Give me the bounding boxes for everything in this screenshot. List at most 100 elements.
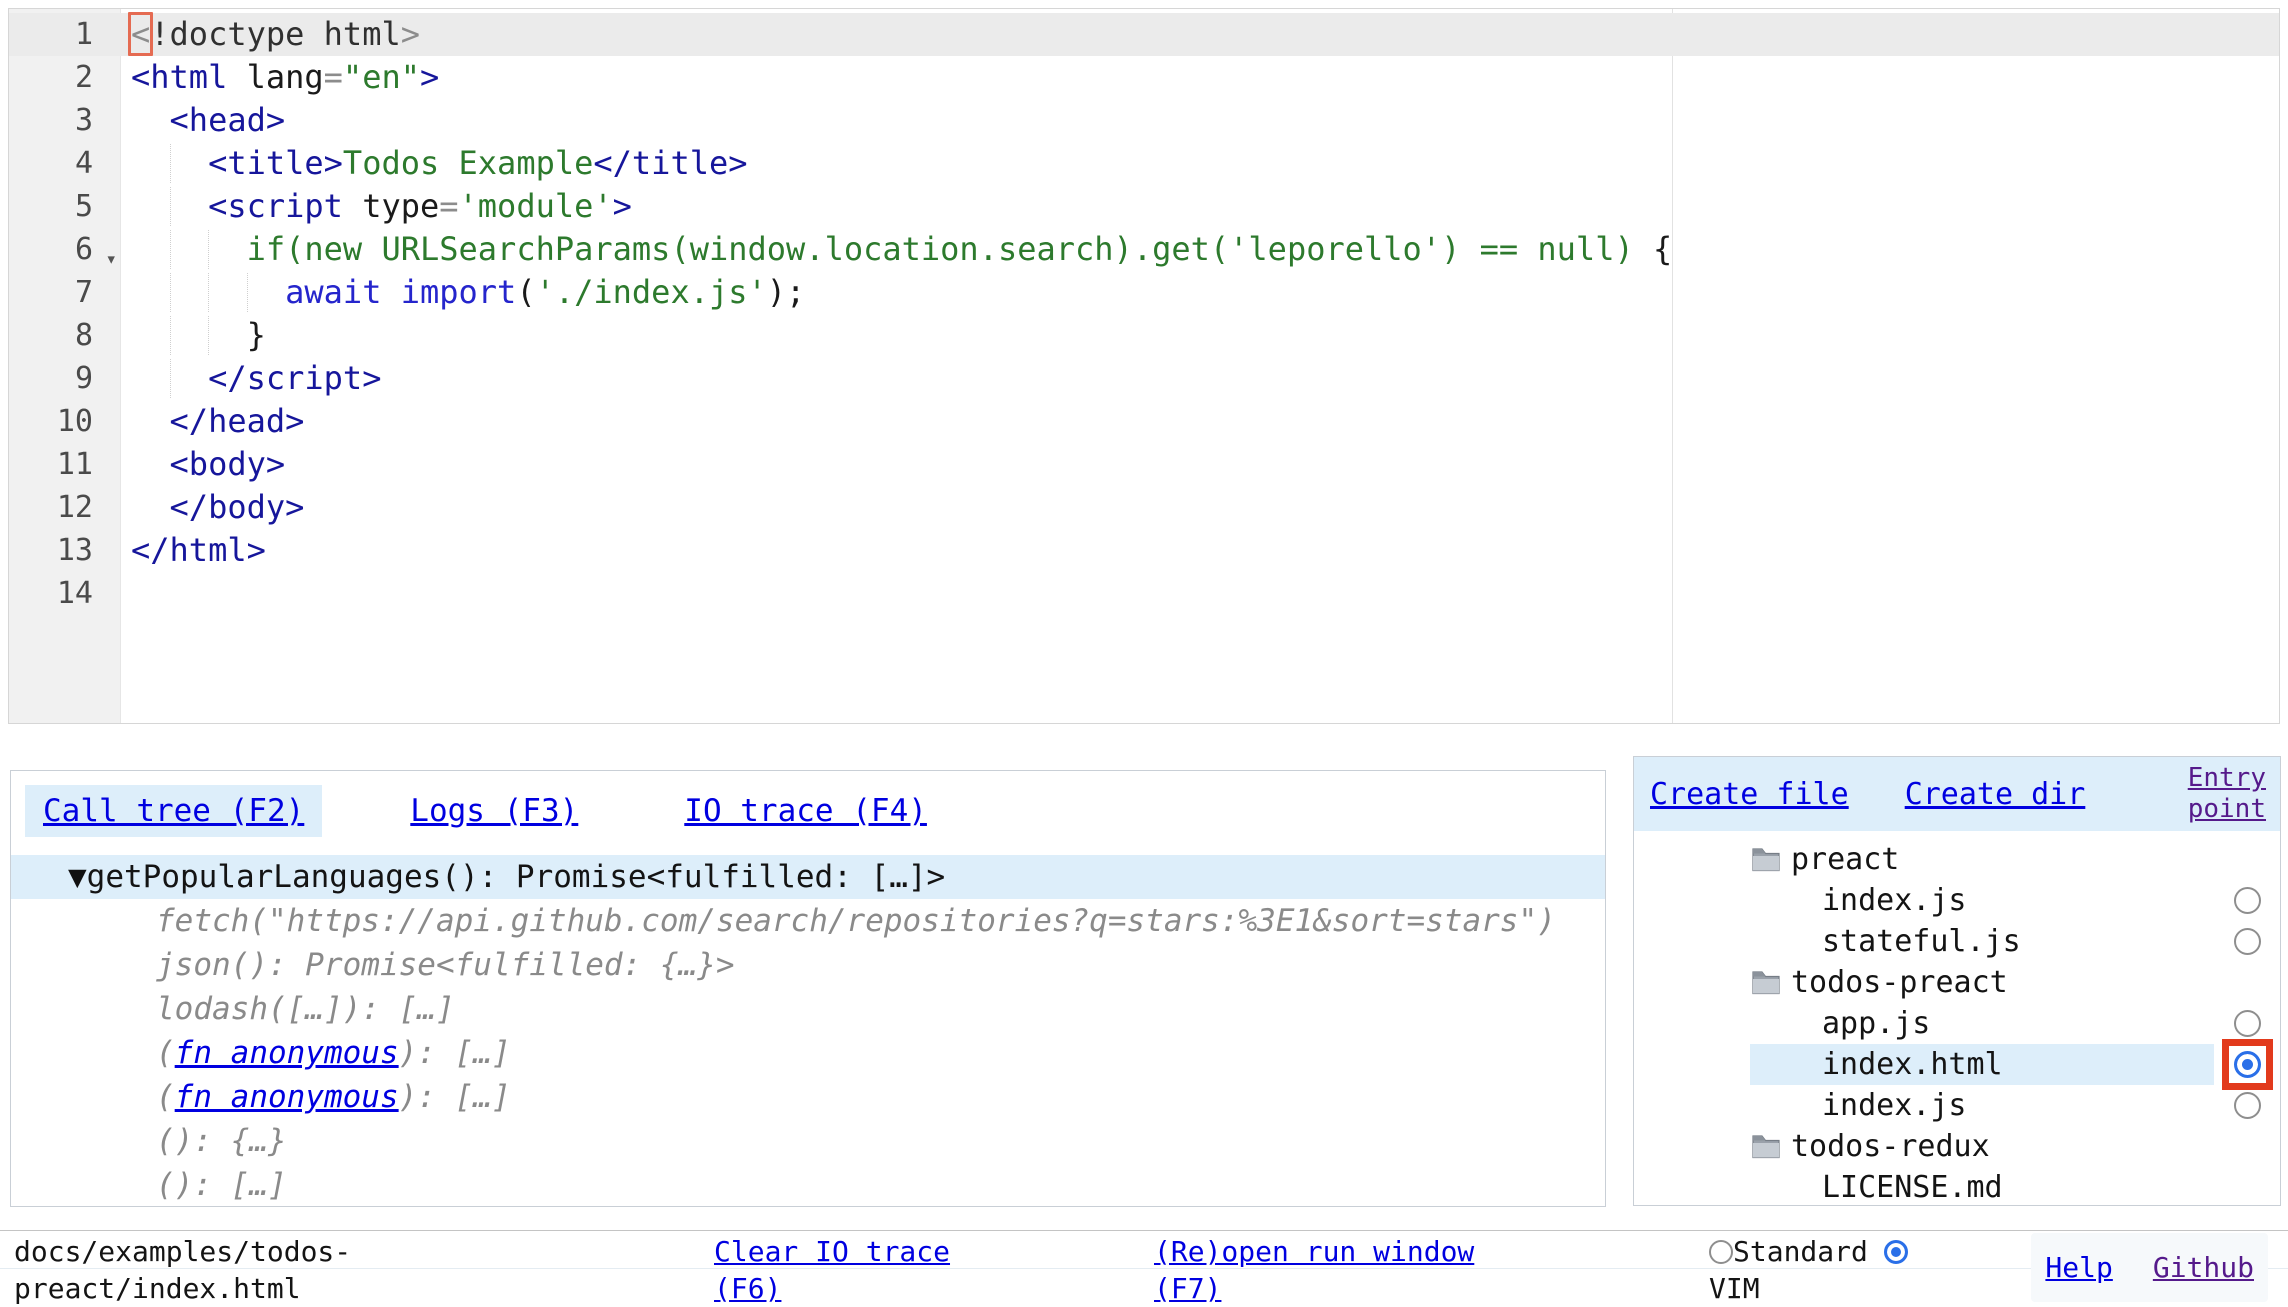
entry-point-selected-box [2222,1039,2273,1090]
tree-file-row[interactable]: app.js [1634,1003,2280,1044]
entry-point-radio[interactable] [2234,1010,2261,1037]
call-tree-row[interactable]: json(): Promise<fulfilled: {…}> [11,943,1605,987]
code-line[interactable]: 4 <title>Todos Example</title> [9,142,2279,185]
code-line[interactable]: 12 </body> [9,486,2279,529]
code-line[interactable]: 5 <script type='module'> [9,185,2279,228]
file-name[interactable]: preact [1791,842,1899,877]
call-label: fetch("https://api.github.com/search/rep… [156,903,1556,939]
gutter-cell: 13 [9,529,121,572]
anonymous-fn-link[interactable]: fn anonymous [175,1079,399,1115]
create-dir-button[interactable]: Create dir [1905,777,2086,812]
create-file-button[interactable]: Create file [1650,777,1849,812]
keybindings-switch: Standard VIM [1709,1233,1999,1302]
call-label: lodash([…]): […] [156,991,455,1027]
code-line[interactable]: 14 [9,572,2279,615]
anonymous-fn-link[interactable]: fn anonymous [175,1035,399,1071]
entry-point-radio[interactable] [2234,1051,2261,1078]
tree-file-row[interactable]: index.html [1634,1044,2280,1085]
call-tree-row[interactable]: fetch("https://api.github.com/search/rep… [11,899,1605,943]
code-line[interactable]: 1 <!doctype html> [9,13,2279,56]
clear-io-trace-button[interactable]: Clear IO trace (F6) [714,1233,964,1302]
file-name[interactable]: index.js [1822,883,1967,918]
reopen-run-window-button[interactable]: (Re)open run window (F7) [1154,1233,1484,1302]
code-line[interactable]: 7 await import('./index.js'); [9,271,2279,314]
indent-guide [247,273,248,312]
fold-toggle-icon[interactable]: ▾ [106,250,117,269]
entry-point-header-link[interactable]: Entry point [2138,763,2266,825]
folder-icon [1750,846,1781,873]
call-tree-row[interactable]: (): {…} [11,1119,1605,1163]
tab-io-trace[interactable]: IO trace (F4) [666,785,945,837]
code-text: if(new URLSearchParams(window.location.s… [121,228,2279,271]
tree-file-row[interactable]: index.js [1634,1085,2280,1126]
vim-mode-radio[interactable] [1884,1240,1908,1264]
tab-logs[interactable]: Logs (F3) [392,785,596,837]
file-name[interactable]: LICENSE.md [1822,1170,2003,1205]
call-label: json(): Promise<fulfilled: {…}> [156,947,735,983]
file-name[interactable]: stateful.js [1822,924,2021,959]
entry-point-radio[interactable] [2234,1092,2261,1119]
collapse-icon[interactable]: ▼ [68,859,87,895]
code-line[interactable]: 9 </script> [9,357,2279,400]
code-lines: 1 <!doctype html> 2 <html lang="en">3 <head… [9,9,2279,615]
code-text: </head> [121,400,2279,443]
tree-dir-row[interactable]: todos-redux [1634,1126,2280,1167]
code-text: <html lang="en"> [121,56,2279,99]
folder-icon [1750,969,1781,996]
indent-guide [170,316,171,355]
code-text: <head> [121,99,2279,142]
tab-call-tree[interactable]: Call tree (F2) [25,785,322,837]
indent-guide [208,230,209,269]
current-file-path: docs/examples/todos-preact/index.html [14,1233,362,1302]
tree-dir-row[interactable]: preact [1634,839,2280,880]
entry-point-radio[interactable] [2234,928,2261,955]
call-tree-row[interactable]: (): […] [11,1163,1605,1207]
file-name[interactable]: index.html [1822,1047,2003,1082]
code-line[interactable]: 13</html> [9,529,2279,572]
file-panel-header: Create file Create dir Entry point [1634,757,2280,831]
code-line[interactable]: 6▾ if(new URLSearchParams(window.locatio… [9,228,2279,271]
status-bar-links: Help Github [2031,1233,2268,1302]
gutter-cell: 2 [9,56,121,99]
line-number: 2 [75,56,93,99]
indent-guide [170,187,171,226]
code-line[interactable]: 3 <head> [9,99,2279,142]
call-label: (): […] [156,1167,287,1203]
file-name[interactable]: todos-redux [1791,1129,1990,1164]
line-number: 4 [75,142,93,185]
status-bar: docs/examples/todos-preact/index.html Cl… [0,1230,2288,1302]
code-line[interactable]: 11 <body> [9,443,2279,486]
gutter-cell: 10 [9,400,121,443]
indent-guide [170,144,171,183]
line-number: 11 [57,443,93,486]
file-name[interactable]: todos-preact [1791,965,2008,1000]
file-name[interactable]: index.js [1822,1088,1967,1123]
help-link[interactable]: Help [2045,1251,2112,1284]
call-label: (): {…} [156,1123,287,1159]
call-tree-row[interactable]: ▼getPopularLanguages(): Promise<fulfille… [11,855,1605,899]
tree-dir-row[interactable]: todos-preact [1634,962,2280,1003]
code-text: <!doctype html> [121,13,2279,56]
call-tree-row[interactable]: lodash([…]): […] [11,987,1605,1031]
call-tree-row[interactable]: (fn anonymous): […] [11,1031,1605,1075]
entry-point-radio[interactable] [2234,887,2261,914]
call-tree-panel: Call tree (F2) Logs (F3) IO trace (F4) ▼… [10,770,1606,1207]
code-line[interactable]: 8 } [9,314,2279,357]
file-name[interactable]: app.js [1822,1006,1930,1041]
line-number: 10 [57,400,93,443]
line-number: 1 [75,13,93,56]
github-link[interactable]: Github [2153,1251,2254,1284]
line-number: 9 [75,357,93,400]
tree-file-row[interactable]: LICENSE.md [1634,1167,2280,1206]
code-text: <script type='module'> [121,185,2279,228]
indent-guide [208,273,209,312]
line-number: 12 [57,486,93,529]
standard-mode-radio[interactable] [1709,1240,1733,1264]
code-line[interactable]: 2 <html lang="en"> [9,56,2279,99]
code-editor[interactable]: 1 <!doctype html> 2 <html lang="en">3 <head… [8,8,2280,724]
tree-file-row[interactable]: index.js [1634,880,2280,921]
tree-file-row[interactable]: stateful.js [1634,921,2280,962]
indent-guide [208,316,209,355]
code-line[interactable]: 10 </head> [9,400,2279,443]
call-tree-row[interactable]: (fn anonymous): […] [11,1075,1605,1119]
